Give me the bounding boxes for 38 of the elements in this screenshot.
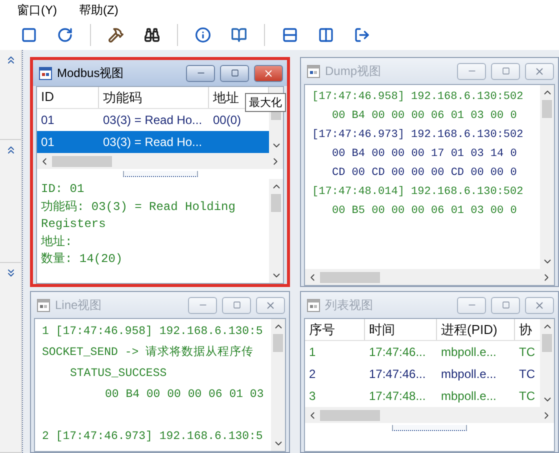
dump-header: [17:47:48.014] 192.168.6.130:502 xyxy=(312,185,524,200)
table-cell-text: 17:47:46... xyxy=(368,345,427,359)
table-cell-text: 1 xyxy=(308,345,317,359)
detail-line: 功能码: 03(3) = Read Holding Registers xyxy=(41,198,236,233)
dump-header: [17:47:46.958] 192.168.6.130:502 xyxy=(312,90,524,105)
table-cell-text: TC xyxy=(518,345,536,359)
table-cell-text: mbpoll.e... xyxy=(440,367,498,381)
table-cell-text: mbpoll.e... xyxy=(440,389,498,403)
table-cell-text: 2 xyxy=(308,367,317,381)
hex-line: 00 B4 00 00 00 06 01 03 xyxy=(104,387,265,403)
table-cell-text: 17:47:48... xyxy=(368,389,427,403)
log-event: SOCKET_SEND -> 请求将数据从程序传 xyxy=(42,344,255,361)
table-cell-text: TC xyxy=(518,367,536,381)
detail-line: 地址: xyxy=(41,234,74,250)
table-cell-text: 17:47:46... xyxy=(368,367,427,381)
panel-title: 列表视图 xyxy=(325,296,374,314)
dump-header: [17:47:46.973] 192.168.6.130:502 xyxy=(312,128,524,143)
tooltip: 最大化 xyxy=(245,93,286,112)
hex-line: 00 B4 00 00 00 06 01 03 00 0 xyxy=(331,109,518,124)
table-cell-text: mbpoll.e... xyxy=(440,345,498,359)
hex-line: 00 B5 00 00 00 06 01 03 00 0 xyxy=(331,204,518,219)
hex-line: 00 B4 00 00 00 17 01 03 14 0 xyxy=(331,147,518,162)
panel-title: Line视图 xyxy=(55,296,103,314)
log-status: STATUS_SUCCESS xyxy=(69,366,168,382)
panel-title: Dump视图 xyxy=(325,62,382,80)
table-cell-text: TC xyxy=(518,389,536,403)
log-header: 2 [17:47:46.973] 192.168.6.130:5 xyxy=(42,429,264,445)
table-cell-text: 01 xyxy=(40,135,56,149)
table-cell-text: 03(3) = Read Ho... xyxy=(102,113,204,127)
table-cell-text: 03(3) = Read Ho... xyxy=(102,135,204,149)
panel-title: Modbus视图 xyxy=(57,64,125,82)
table-cell-text: 01 xyxy=(40,113,56,127)
hex-line: CD 00 CD 00 00 00 CD 00 00 0 xyxy=(331,166,518,181)
table-cell-text: 00(0) xyxy=(212,113,242,127)
detail-line: ID: 01 xyxy=(41,181,86,198)
detail-line: 数量: 14(20) xyxy=(41,251,124,268)
table-cell-text: 3 xyxy=(308,389,317,403)
log-header: 1 [17:47:46.958] 192.168.6.130:5 xyxy=(42,324,264,340)
